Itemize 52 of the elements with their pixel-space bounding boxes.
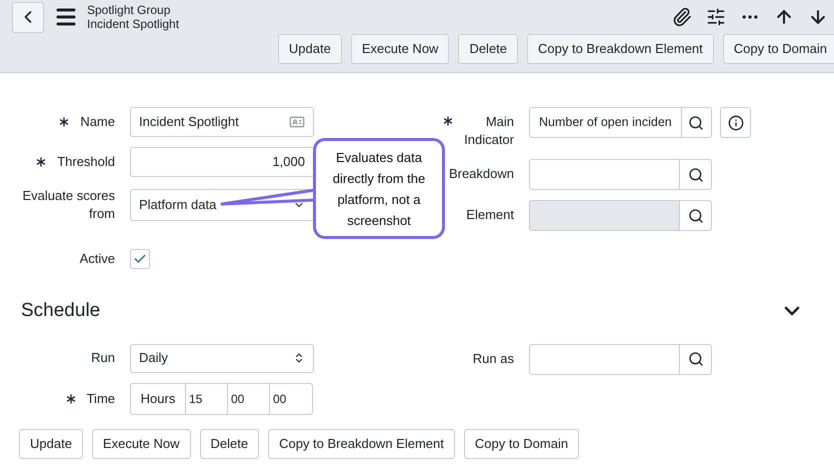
action-button[interactable]: Update xyxy=(278,34,342,64)
field-label: Evaluate scores from xyxy=(22,187,115,223)
record-title: Incident Spotlight xyxy=(87,17,180,31)
action-button[interactable]: Copy to Breakdown Element xyxy=(268,428,455,458)
field-value: Incident Spotlight xyxy=(139,113,239,132)
action-button[interactable]: Copy to Breakdown Element xyxy=(527,34,714,64)
search-icon xyxy=(688,351,704,367)
field-label: Breakdown xyxy=(448,165,514,183)
time-field[interactable]: Hours 15 00 00 xyxy=(130,382,313,414)
back-button[interactable] xyxy=(12,2,44,32)
text-field[interactable]: Incident Spotlight xyxy=(130,107,314,137)
action-button[interactable]: Copy to Domain xyxy=(722,34,834,64)
field-label: Run as xyxy=(472,350,514,368)
field-label: Time xyxy=(86,390,115,408)
search-icon xyxy=(688,166,704,182)
callout-text: Evaluates data directly from the platform, not a screenshot xyxy=(332,148,426,230)
action-button[interactable]: Execute Now xyxy=(350,34,450,64)
action-button[interactable]: Delete xyxy=(200,428,260,458)
search-icon xyxy=(688,114,704,130)
reference-field[interactable] xyxy=(529,159,712,190)
select-value: Platform data xyxy=(139,196,216,214)
search-icon xyxy=(688,208,704,224)
field-label: Threshold xyxy=(57,153,115,171)
field-label: Main Indicator xyxy=(464,113,514,149)
time-value: 00 xyxy=(272,390,288,408)
attachment-icon[interactable] xyxy=(672,7,692,27)
field-label: Run xyxy=(91,349,115,368)
field-label: Active xyxy=(80,250,115,268)
settings-icon[interactable] xyxy=(706,7,726,27)
checkbox[interactable] xyxy=(130,249,150,269)
updown-icon xyxy=(293,352,305,364)
action-button[interactable]: Execute Now xyxy=(92,428,191,458)
action-button[interactable]: Copy to Domain xyxy=(464,428,580,458)
section-title: Schedule xyxy=(21,299,100,323)
text-field[interactable]: 1,000 xyxy=(130,147,314,177)
info-button[interactable] xyxy=(720,107,751,138)
select-value: Daily xyxy=(139,349,169,368)
action-button[interactable]: Update xyxy=(19,428,83,458)
action-button[interactable]: Delete xyxy=(458,34,518,64)
time-unit: Hours xyxy=(131,384,186,414)
info-icon xyxy=(728,114,744,130)
field-label: Element xyxy=(466,206,514,224)
card-icon xyxy=(289,114,305,130)
field-value: 1,000 xyxy=(272,153,305,172)
reference-field[interactable] xyxy=(529,344,712,374)
time-value: 15 xyxy=(186,384,228,414)
reference-field[interactable]: Number of open inciden xyxy=(529,107,712,138)
record-group: Spotlight Group xyxy=(87,3,180,17)
field-value: Number of open inciden xyxy=(539,114,672,132)
select-field[interactable]: Daily xyxy=(130,344,314,372)
time-value: 00 xyxy=(228,384,270,414)
field-label: Name xyxy=(80,113,115,131)
